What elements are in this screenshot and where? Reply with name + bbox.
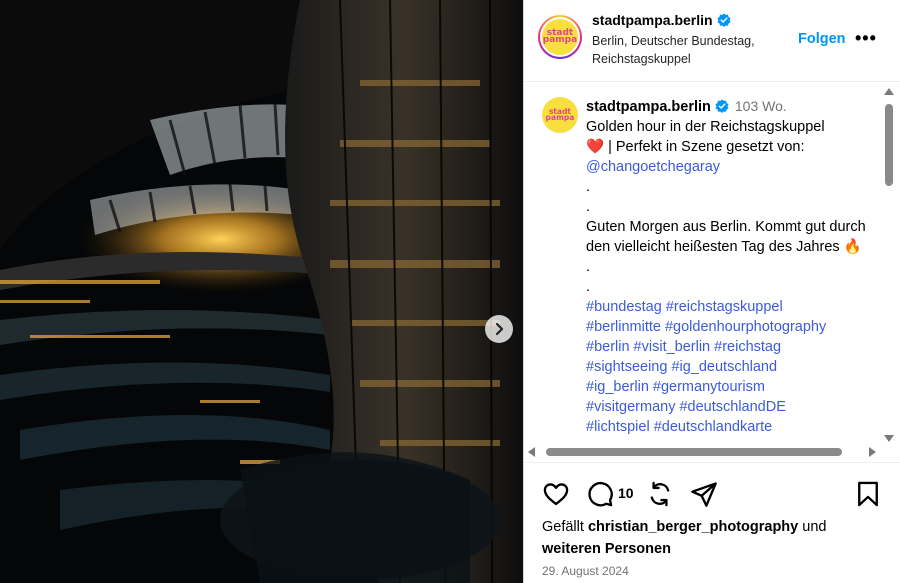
avatar-text: pampa xyxy=(545,113,575,122)
avatar[interactable]: stadt pampa xyxy=(542,97,578,133)
caption: stadtpampa.berlin 103 Wo. Golden hour in … xyxy=(586,96,876,437)
caption-dot: . xyxy=(586,199,591,215)
caption-username[interactable]: stadtpampa.berlin xyxy=(586,99,711,115)
hashtag-line[interactable]: #berlin #visit_berlin #reichstag xyxy=(586,337,876,357)
bookmark-icon xyxy=(858,481,878,507)
caption-text: ❤️ | Perfekt in Szene gesetzt von: xyxy=(586,139,805,155)
post-date[interactable]: 29. August 2024 xyxy=(542,564,629,578)
post-side-panel: stadt pampa stadtpampa.berlin Berlin, De… xyxy=(523,0,900,583)
hashtag-line[interactable]: #ig_berlin #germanytourism xyxy=(586,377,876,397)
scroll-up-arrow[interactable] xyxy=(884,88,894,95)
likes-prefix: Gefällt xyxy=(542,519,588,535)
action-bar: 10 xyxy=(542,480,887,508)
repost-button[interactable] xyxy=(646,480,674,508)
follow-button[interactable]: Folgen xyxy=(798,31,846,47)
caption-area[interactable]: stadt pampa stadtpampa.berlin 103 Wo. Gol… xyxy=(524,83,900,455)
post-header: stadt pampa stadtpampa.berlin Berlin, De… xyxy=(524,0,900,82)
likes-summary: Gefällt christian_berger_photography und… xyxy=(542,516,882,560)
verified-icon xyxy=(715,99,729,113)
header-username[interactable]: stadtpampa.berlin xyxy=(592,12,731,28)
post-photo[interactable] xyxy=(0,0,523,583)
caption-text: Guten Morgen aus Berlin. Kommt gut durch… xyxy=(586,219,866,255)
heart-icon xyxy=(543,483,569,506)
vertical-scrollbar[interactable] xyxy=(882,86,896,444)
post-view: stadt pampa stadtpampa.berlin Berlin, De… xyxy=(0,0,900,583)
caption-dot: . xyxy=(586,259,591,275)
hashtag-line[interactable]: #visitgermany #deutschlandDE xyxy=(586,397,876,417)
next-photo-button[interactable] xyxy=(485,315,513,343)
hashtag-line[interactable]: #sightseeing #ig_deutschland xyxy=(586,357,876,377)
post-age[interactable]: 103 Wo. xyxy=(735,98,787,114)
scroll-left-arrow[interactable] xyxy=(528,447,535,457)
comment-icon xyxy=(588,481,613,507)
likes-middle: und xyxy=(798,519,827,535)
scroll-down-arrow[interactable] xyxy=(884,435,894,442)
avatar-logo: stadt pampa xyxy=(540,17,580,57)
caption-dot: . xyxy=(586,179,591,195)
more-options-button[interactable]: ••• xyxy=(855,28,877,49)
post-actions-section: 10 Gefällt christian_berger_photography … xyxy=(524,462,900,583)
share-icon xyxy=(691,482,717,507)
likes-others-link[interactable]: weiteren Personen xyxy=(542,541,671,557)
avatar-text: pampa xyxy=(542,35,578,45)
scroll-thumb[interactable] xyxy=(546,448,842,456)
repost-icon xyxy=(650,481,670,507)
location-link[interactable]: Berlin, Deutscher Bundestag, Reichstagsk… xyxy=(592,32,772,68)
verified-icon xyxy=(717,13,731,27)
share-button[interactable] xyxy=(690,480,718,508)
scroll-thumb[interactable] xyxy=(885,104,893,186)
like-button[interactable] xyxy=(542,480,570,508)
hashtag-line[interactable]: #bundestag #reichstagskuppel xyxy=(586,297,876,317)
save-button[interactable] xyxy=(854,480,882,508)
hashtag-line[interactable]: #berlinmitte #goldenhourphotography xyxy=(586,317,876,337)
scroll-right-arrow[interactable] xyxy=(869,447,876,457)
next-arrow-icon xyxy=(495,322,504,336)
caption-dot: . xyxy=(586,279,591,295)
mention-link[interactable]: @changoetchegaray xyxy=(586,157,876,177)
reichstag-dome-image xyxy=(0,0,523,583)
liker-username[interactable]: christian_berger_photography xyxy=(588,519,798,535)
hashtag-line[interactable]: #lichtspiel #deutschlandkarte xyxy=(586,417,876,437)
username-text: stadtpampa.berlin xyxy=(592,12,713,28)
avatar[interactable]: stadt pampa xyxy=(538,15,582,59)
comment-button[interactable] xyxy=(586,480,614,508)
comment-count: 10 xyxy=(618,485,634,501)
caption-text: Golden hour in der Reichstagskuppel xyxy=(586,119,825,135)
horizontal-scrollbar[interactable] xyxy=(526,445,878,459)
